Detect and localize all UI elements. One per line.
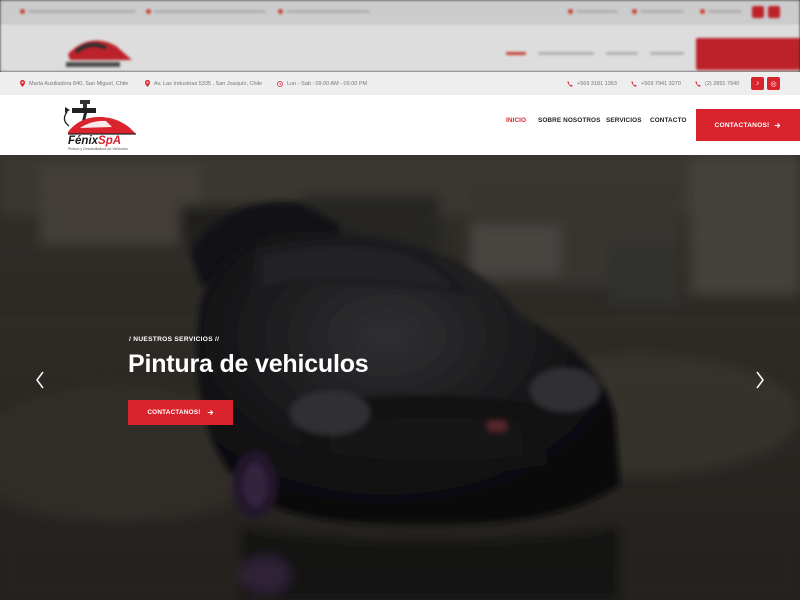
top-info-bar: María Auxiliadora 840, San Miguel, Chile… (0, 72, 800, 95)
phone-icon (567, 80, 573, 87)
phone-3-text: (2) 2891 7940 (705, 80, 740, 87)
brand-wordmark: FénixSpA (68, 135, 121, 147)
opening-hours-text: Lun - Sab : 09.00 AM - 09.00 PM (287, 80, 368, 87)
address-1[interactable]: María Auxiliadora 840, San Miguel, Chile (20, 72, 128, 95)
instagram-icon: ◎ (770, 80, 777, 88)
clock-icon (277, 80, 283, 87)
brand-tagline: Pintura y Desabolladura de Vehiculos (68, 147, 128, 151)
phone-1-text: +569 3181 1363 (577, 80, 617, 87)
phone-icon (631, 80, 637, 87)
arrow-right-icon (207, 410, 214, 415)
contact-cta-label: CONTACTANOS! (714, 121, 770, 129)
phone-1[interactable]: +569 3181 1363 (567, 72, 617, 95)
nav-sobre-nosotros[interactable]: SOBRE NOSOTROS (538, 117, 600, 124)
hero-overlay (0, 155, 800, 600)
hero-title: Pintura de vehiculos (128, 350, 369, 378)
address-2-text: Av. Las Industrias 5335 , San Joaquín, C… (154, 80, 263, 87)
main-navbar: FénixSpA Pintura y Desabolladura de Vehi… (0, 95, 800, 155)
address-2[interactable]: Av. Las Industrias 5335 , San Joaquín, C… (145, 72, 262, 95)
hero-eyebrow: / NUESTROS SERVICIOS // (129, 336, 220, 343)
nav-inicio[interactable]: INICIO (506, 117, 526, 124)
hero-slider: / NUESTROS SERVICIOS // Pintura de vehic… (0, 155, 800, 600)
car-emblem-icon (68, 116, 136, 135)
phone-2[interactable]: +569 7941 3270 (631, 72, 681, 95)
hero-contact-button[interactable]: CONTACTANOS! (128, 400, 233, 425)
chevron-left-icon (36, 371, 44, 389)
chevron-right-icon (756, 371, 764, 389)
slider-next-button[interactable] (754, 369, 766, 391)
opening-hours: Lun - Sab : 09.00 AM - 09.00 PM (277, 72, 367, 95)
nav-contacto[interactable]: CONTACTO (650, 117, 686, 124)
arrow-right-icon (775, 122, 781, 128)
address-1-text: María Auxiliadora 840, San Miguel, Chile (29, 80, 129, 87)
fenix-logo[interactable]: FénixSpA Pintura y Desabolladura de Vehi… (58, 98, 142, 152)
map-pin-icon (145, 80, 150, 87)
phone-2-text: +569 7941 3270 (641, 80, 681, 87)
blurred-header-ghost (0, 0, 800, 72)
tiktok-link[interactable]: ♪ (751, 77, 764, 90)
nav-servicios[interactable]: SERVICIOS (606, 117, 642, 124)
hero-contact-label: CONTACTANOS! (147, 409, 201, 416)
map-pin-icon (20, 80, 25, 87)
phone-icon (695, 80, 701, 87)
tiktok-icon: ♪ (755, 80, 760, 87)
slider-prev-button[interactable] (34, 369, 46, 391)
contact-cta-button[interactable]: CONTACTANOS! (696, 109, 800, 141)
instagram-link[interactable]: ◎ (767, 77, 780, 90)
phone-3[interactable]: (2) 2891 7940 (695, 72, 739, 95)
